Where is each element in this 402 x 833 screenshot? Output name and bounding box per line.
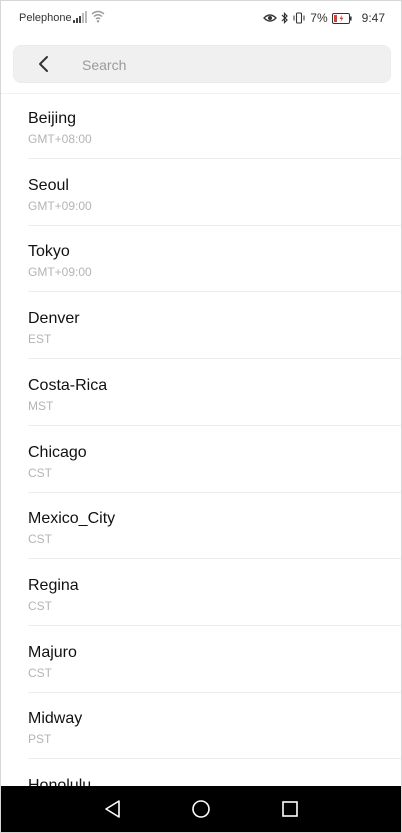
timezone-list-item[interactable]: Majuro CST bbox=[1, 627, 401, 693]
battery-percent: 7% bbox=[310, 11, 328, 25]
divider bbox=[28, 758, 401, 759]
timezone-offset: GMT+09:00 bbox=[28, 199, 92, 213]
timezone-offset: EST bbox=[28, 332, 52, 346]
nav-home-icon[interactable] bbox=[190, 798, 212, 820]
timezone-offset: MST bbox=[28, 399, 54, 413]
timezone-list-item[interactable]: Mexico_City CST bbox=[1, 493, 401, 559]
city-name: Mexico_City bbox=[28, 510, 116, 527]
city-name: Costa-Rica bbox=[28, 377, 108, 394]
city-name: Chicago bbox=[28, 444, 87, 461]
divider bbox=[28, 625, 401, 626]
timezone-list-item[interactable]: Beijing GMT+08:00 bbox=[1, 93, 401, 159]
city-name: Denver bbox=[28, 310, 80, 327]
divider bbox=[28, 425, 401, 426]
carrier-name: Pelephone bbox=[19, 12, 72, 24]
battery-icon bbox=[331, 12, 352, 24]
bluetooth-icon bbox=[281, 12, 289, 24]
chevron-left-icon bbox=[39, 56, 48, 72]
wifi-icon bbox=[91, 10, 105, 23]
timezone-list-item[interactable]: Honolulu bbox=[1, 760, 401, 787]
city-name: Tokyo bbox=[28, 243, 70, 260]
timezone-list: Beijing GMT+08:00 Seoul GMT+09:00 Tokyo GMT+0… bbox=[1, 93, 401, 787]
city-name: Beijing bbox=[28, 110, 77, 127]
divider bbox=[28, 558, 401, 559]
timezone-offset: CST bbox=[28, 466, 52, 480]
search-input[interactable] bbox=[80, 52, 364, 78]
nav-back-icon[interactable] bbox=[102, 798, 124, 820]
app-frame: Pelephone 7% 9:47 Search Beijing GMT+08:… bbox=[0, 0, 402, 833]
back-button[interactable] bbox=[34, 54, 54, 74]
divider bbox=[28, 158, 401, 159]
signal-icon bbox=[73, 11, 87, 23]
status-bar: Pelephone 7% 9:47 bbox=[1, 1, 401, 35]
status-icons: 7% 9:47 bbox=[263, 9, 385, 27]
eye-comfort-icon bbox=[263, 14, 278, 22]
timezone-offset: GMT+09:00 bbox=[28, 265, 92, 279]
search-bar bbox=[13, 45, 391, 83]
timezone-offset: PST bbox=[28, 732, 52, 746]
timezone-offset: CST bbox=[28, 599, 52, 613]
city-name: Midway bbox=[28, 710, 83, 727]
navigation-bar bbox=[1, 786, 401, 832]
timezone-list-item[interactable]: Tokyo GMT+09:00 bbox=[1, 226, 401, 292]
timezone-list-item[interactable]: Midway PST bbox=[1, 693, 401, 759]
timezone-list-item[interactable]: Costa-Rica MST bbox=[1, 360, 401, 426]
timezone-list-item[interactable]: Chicago CST bbox=[1, 427, 401, 493]
timezone-list-item[interactable]: Seoul GMT+09:00 bbox=[1, 160, 401, 226]
city-name: Majuro bbox=[28, 644, 77, 661]
nav-recents-icon[interactable] bbox=[279, 798, 301, 820]
city-name: Seoul bbox=[28, 177, 69, 194]
clock: 9:47 bbox=[361, 11, 385, 25]
timezone-offset: CST bbox=[28, 532, 52, 546]
divider bbox=[28, 358, 401, 359]
vibrate-icon bbox=[293, 12, 305, 24]
timezone-offset: GMT+08:00 bbox=[28, 132, 92, 146]
divider bbox=[28, 291, 401, 292]
city-name: Regina bbox=[28, 577, 79, 594]
timezone-list-item[interactable]: Regina CST bbox=[1, 560, 401, 626]
timezone-list-item[interactable]: Denver EST bbox=[1, 293, 401, 359]
timezone-offset: CST bbox=[28, 666, 52, 680]
